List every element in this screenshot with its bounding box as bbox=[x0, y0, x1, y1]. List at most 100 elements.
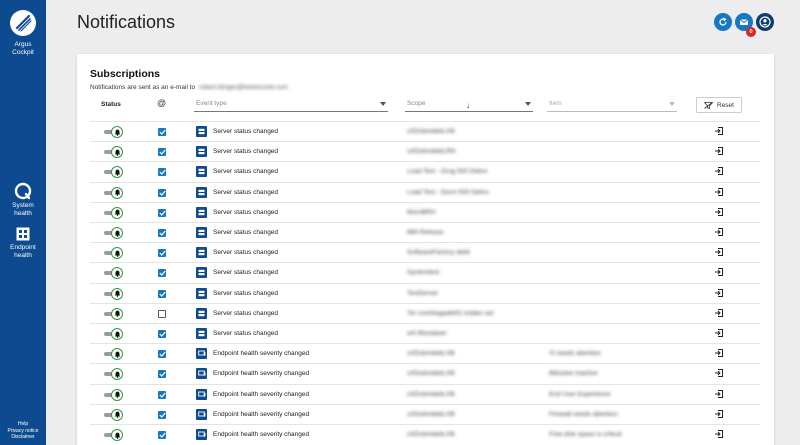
email-checkbox[interactable] bbox=[158, 229, 166, 237]
refresh-button[interactable] bbox=[714, 13, 732, 31]
email-checkbox[interactable] bbox=[158, 289, 166, 298]
sidebar-item-system-health[interactable]: System health bbox=[0, 182, 46, 218]
scope-text: sXDsbmdebLXB bbox=[407, 350, 455, 358]
user-account-button[interactable] bbox=[756, 13, 774, 31]
endpoint-icon bbox=[196, 388, 207, 400]
email-checkbox[interactable] bbox=[158, 208, 166, 217]
item-text: Vi needs attention bbox=[549, 350, 601, 358]
subscription-toggle[interactable] bbox=[104, 328, 126, 340]
checkmark-icon bbox=[158, 412, 166, 418]
argus-logo-icon[interactable] bbox=[10, 10, 36, 36]
scope-text: wS Bloxdaxer bbox=[407, 330, 447, 337]
event-type-filter[interactable]: Event type bbox=[194, 98, 388, 112]
subscription-toggle[interactable] bbox=[104, 307, 126, 320]
open-details-icon[interactable] bbox=[714, 409, 724, 419]
email-checkbox[interactable] bbox=[158, 390, 166, 399]
subscription-toggle[interactable] bbox=[104, 146, 126, 159]
reset-label: Reset bbox=[717, 101, 734, 109]
email-checkbox[interactable] bbox=[158, 431, 166, 439]
table-row: Server status changed Tor connhegadel01 k… bbox=[90, 302, 760, 323]
subscription-toggle[interactable] bbox=[104, 126, 126, 138]
brand-line-1: Argus bbox=[14, 41, 32, 48]
event-type-text: Server status changed bbox=[213, 188, 279, 196]
mail-icon bbox=[739, 19, 749, 25]
notification-count-badge: 0 bbox=[746, 27, 756, 37]
checkmark-icon bbox=[158, 351, 166, 358]
open-details-icon[interactable] bbox=[714, 247, 724, 257]
table-row: Server status changed sXDsbmdebLRN bbox=[90, 141, 760, 161]
email-checkbox[interactable] bbox=[158, 188, 166, 197]
open-details-icon[interactable] bbox=[714, 288, 724, 298]
refresh-icon bbox=[719, 17, 727, 26]
email-checkbox[interactable] bbox=[158, 410, 166, 419]
checkmark-icon bbox=[158, 372, 166, 378]
table-row: Server status changed MM Release bbox=[90, 222, 760, 242]
server-icon bbox=[196, 247, 207, 259]
subscription-toggle[interactable] bbox=[104, 408, 126, 421]
email-checkbox[interactable] bbox=[158, 249, 166, 258]
email-checkbox[interactable] bbox=[158, 309, 166, 318]
open-details-icon[interactable] bbox=[714, 187, 724, 197]
table-row: Server status changed wS Bloxdaxer bbox=[90, 323, 760, 343]
scope-text: TestServer bbox=[407, 289, 439, 297]
email-checkbox[interactable] bbox=[158, 168, 166, 177]
disclaimer-link[interactable]: Disclaimer bbox=[0, 434, 46, 441]
bell-icon bbox=[111, 368, 123, 381]
open-details-icon[interactable] bbox=[714, 166, 724, 176]
subscription-toggle[interactable] bbox=[104, 368, 126, 381]
subscription-toggle[interactable] bbox=[104, 227, 126, 239]
email-checkbox[interactable] bbox=[158, 330, 166, 338]
sidebar-item-label: Endpoint bbox=[10, 244, 36, 251]
endpoint-icon bbox=[196, 408, 207, 420]
open-details-icon[interactable] bbox=[714, 389, 724, 399]
event-type-text: Server status changed bbox=[213, 229, 279, 236]
sidebar-item-endpoint-health[interactable]: Endpoint health bbox=[0, 226, 46, 260]
subscription-toggle[interactable] bbox=[104, 247, 126, 260]
open-details-icon[interactable] bbox=[714, 348, 724, 358]
reset-filters-button[interactable]: Reset bbox=[696, 97, 742, 113]
open-details-icon[interactable] bbox=[714, 267, 724, 277]
scope-text: MM Release bbox=[407, 229, 444, 236]
scope-text: sXDsbmdebLXB bbox=[407, 128, 455, 135]
email-checkbox[interactable] bbox=[158, 269, 166, 278]
email-checkbox[interactable] bbox=[158, 148, 166, 157]
open-details-icon[interactable] bbox=[714, 328, 724, 338]
event-type-text: Endpoint health severity changed bbox=[213, 431, 310, 438]
scope-filter[interactable]: Scope bbox=[405, 98, 533, 112]
scope-text: Load Test - Dorm 500 Delivs bbox=[407, 188, 489, 196]
subscription-toggle[interactable] bbox=[104, 429, 126, 441]
table-row: Server status changed Load Test - Dorm 50… bbox=[90, 181, 760, 202]
endpoint-icon bbox=[196, 429, 207, 440]
subscription-toggle[interactable] bbox=[104, 287, 126, 300]
event-type-text: Server status changed bbox=[213, 208, 279, 216]
table-row: Endpoint health severity changed sXDsbmde… bbox=[90, 424, 760, 444]
email-checkbox[interactable] bbox=[158, 350, 166, 359]
open-details-icon[interactable] bbox=[714, 146, 724, 156]
email-checkbox[interactable] bbox=[158, 128, 166, 136]
open-details-icon[interactable] bbox=[714, 368, 724, 378]
subscription-toggle[interactable] bbox=[104, 186, 126, 199]
item-text: Free disk space is critical bbox=[549, 431, 622, 438]
subscription-toggle[interactable] bbox=[104, 388, 126, 401]
bell-icon bbox=[111, 429, 123, 441]
item-filter[interactable]: Item bbox=[547, 98, 677, 112]
sidebar: Argus Cockpit System health Endpoint hea… bbox=[0, 0, 46, 445]
open-details-icon[interactable] bbox=[714, 227, 724, 237]
subscription-toggle[interactable] bbox=[104, 348, 126, 361]
email-checkbox[interactable] bbox=[158, 370, 166, 379]
event-type-text: Server status changed bbox=[213, 269, 279, 277]
open-details-icon[interactable] bbox=[714, 429, 724, 439]
brand-name: Argus Cockpit bbox=[0, 41, 46, 57]
event-type-text: Server status changed bbox=[213, 148, 279, 156]
subscription-toggle[interactable] bbox=[104, 206, 126, 219]
open-details-icon[interactable] bbox=[714, 207, 724, 217]
open-details-icon[interactable] bbox=[714, 308, 724, 318]
event-type-text: Server status changed bbox=[213, 128, 279, 135]
bell-icon bbox=[111, 408, 123, 421]
subscription-toggle[interactable] bbox=[104, 166, 126, 179]
subscription-toggle[interactable] bbox=[104, 267, 126, 280]
bell-icon bbox=[111, 227, 123, 239]
open-details-icon[interactable] bbox=[714, 126, 724, 136]
table-row: Server status changed MoroBRH bbox=[90, 201, 760, 222]
bell-icon bbox=[111, 287, 123, 300]
